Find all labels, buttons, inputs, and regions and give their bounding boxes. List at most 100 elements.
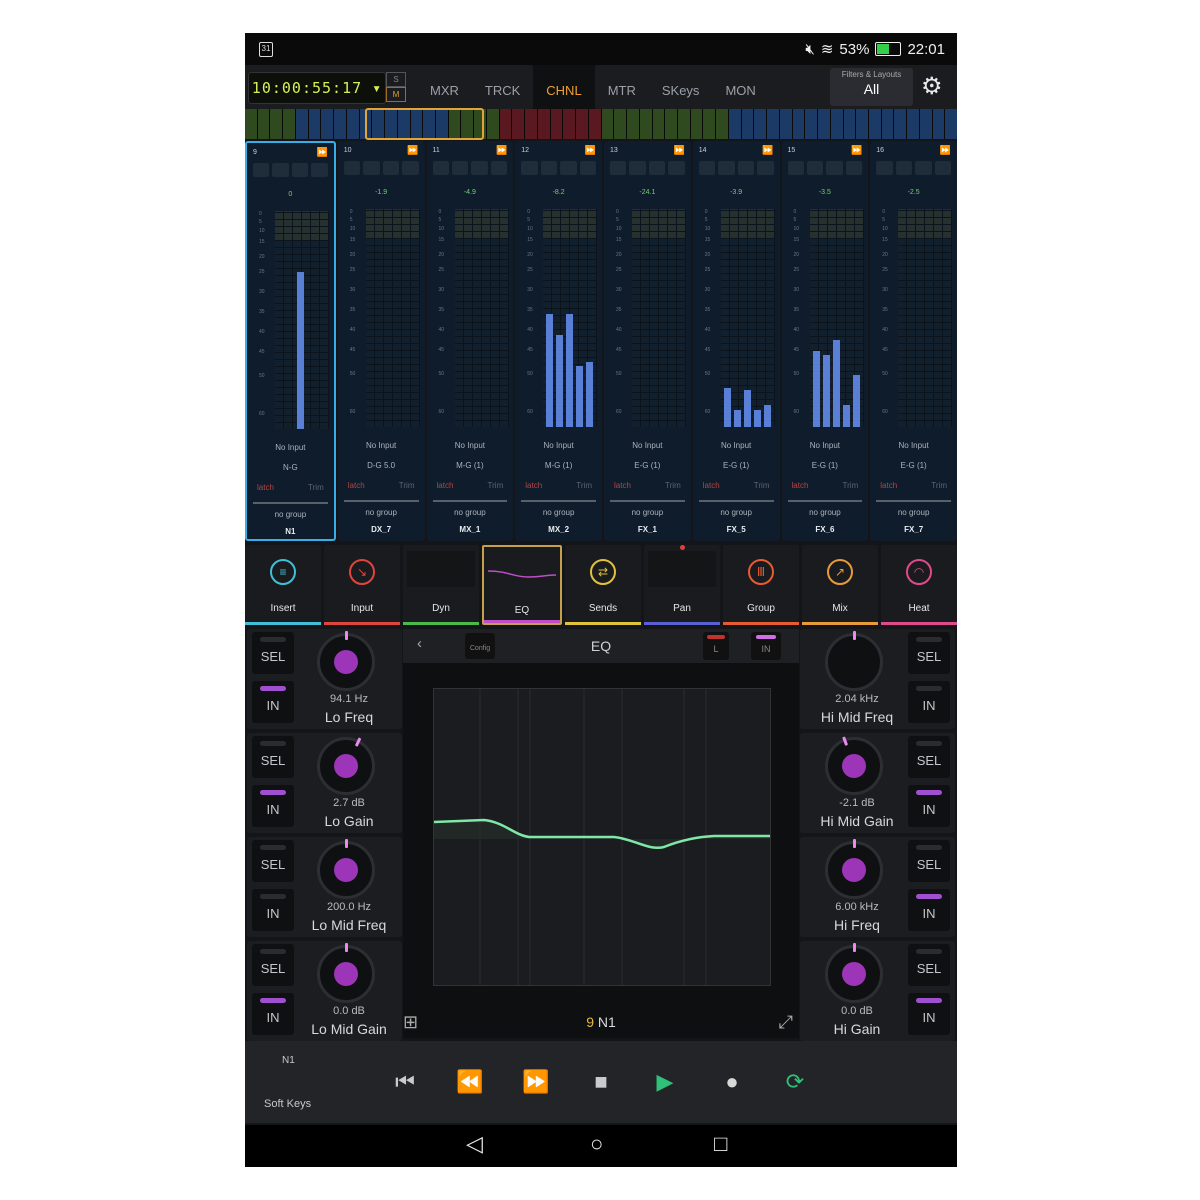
channel-button[interactable] bbox=[490, 161, 508, 175]
in-button[interactable]: IN bbox=[908, 993, 950, 1035]
channel-strip[interactable]: 13 ⏩ -24.1 0 5 10 15 20 25 30 35 40 45 50 60 No Input E-… bbox=[604, 141, 691, 541]
channel-button[interactable] bbox=[826, 161, 843, 175]
overview-cell[interactable] bbox=[677, 109, 690, 139]
channel-button[interactable] bbox=[521, 161, 538, 175]
overview-cell[interactable] bbox=[499, 109, 512, 139]
latch-label[interactable]: latch bbox=[348, 481, 365, 490]
overview-cell[interactable] bbox=[665, 109, 677, 139]
overview-cell[interactable] bbox=[818, 109, 830, 139]
channel-button[interactable] bbox=[311, 163, 328, 177]
eq-knob[interactable] bbox=[825, 736, 883, 795]
channel-button[interactable] bbox=[560, 161, 577, 175]
channel-button[interactable] bbox=[934, 161, 951, 175]
latch-label[interactable]: latch bbox=[437, 481, 454, 490]
overview-cell[interactable] bbox=[716, 109, 728, 139]
sel-button[interactable]: SEL bbox=[908, 736, 950, 778]
overview-cell[interactable] bbox=[537, 109, 550, 139]
tab-mon[interactable]: MON bbox=[712, 65, 768, 109]
channel-fader-line[interactable] bbox=[521, 500, 596, 502]
in-button[interactable]: IN bbox=[908, 785, 950, 827]
function-tab-dyn[interactable]: Dyn bbox=[403, 545, 479, 625]
overview-cell[interactable] bbox=[346, 109, 359, 139]
channel-button[interactable] bbox=[291, 163, 309, 177]
latch-label[interactable]: latch bbox=[703, 481, 720, 490]
fast-forward-icon[interactable]: ⏩ bbox=[496, 145, 507, 156]
function-tab-group[interactable]: Ⅲ Group bbox=[723, 545, 799, 625]
tab-mtr[interactable]: MTR bbox=[595, 65, 649, 109]
sel-button[interactable]: SEL bbox=[908, 632, 950, 674]
overview-cell[interactable] bbox=[843, 109, 856, 139]
channel-button[interactable] bbox=[915, 161, 932, 175]
channel-button[interactable] bbox=[579, 161, 596, 175]
overview-cell[interactable] bbox=[703, 109, 716, 139]
sel-button[interactable]: SEL bbox=[908, 840, 950, 882]
overview-cell[interactable] bbox=[295, 109, 308, 139]
fast-forward-icon[interactable]: ⏩ bbox=[674, 145, 685, 156]
overview-cell[interactable] bbox=[728, 109, 741, 139]
overview-cell[interactable] bbox=[486, 109, 499, 139]
channel-button[interactable] bbox=[648, 161, 666, 175]
channel-fader-line[interactable] bbox=[432, 500, 508, 502]
channel-button[interactable] bbox=[845, 161, 863, 175]
trim-label[interactable]: Trim bbox=[576, 481, 592, 490]
overview-cell[interactable] bbox=[270, 109, 283, 139]
trim-label[interactable]: Trim bbox=[308, 483, 324, 492]
nav-back-icon[interactable]: ◁ bbox=[466, 1131, 483, 1157]
nav-home-icon[interactable]: ○ bbox=[590, 1131, 603, 1157]
nav-recents-icon[interactable]: □ bbox=[714, 1131, 727, 1157]
s-button[interactable]: S bbox=[386, 72, 406, 87]
channel-fader-line[interactable] bbox=[610, 500, 685, 502]
play-icon[interactable]: ▶ bbox=[647, 1064, 683, 1100]
channel-button[interactable] bbox=[757, 161, 774, 175]
eq-knob[interactable] bbox=[317, 737, 375, 795]
fast-forward-icon[interactable]: ⏩ bbox=[518, 1064, 554, 1100]
overview-cell[interactable] bbox=[576, 109, 588, 139]
overview-cell[interactable] bbox=[868, 109, 881, 139]
channel-button[interactable] bbox=[895, 161, 913, 175]
timecode-display[interactable]: 10:00:55:17 ▾ bbox=[248, 72, 386, 104]
channel-fader-line[interactable] bbox=[876, 500, 951, 502]
tab-mxr[interactable]: MXR bbox=[417, 65, 472, 109]
overview-cell[interactable] bbox=[550, 109, 563, 139]
eq-knob[interactable] bbox=[825, 943, 883, 1003]
fast-forward-icon[interactable]: ⏩ bbox=[851, 145, 862, 156]
overview-cell[interactable] bbox=[588, 109, 601, 139]
trim-label[interactable]: Trim bbox=[754, 481, 770, 490]
overview-cell[interactable] bbox=[856, 109, 868, 139]
m-button[interactable]: M bbox=[386, 87, 406, 102]
trim-label[interactable]: Trim bbox=[488, 481, 504, 490]
eq-knob[interactable] bbox=[825, 631, 883, 691]
latch-label[interactable]: latch bbox=[614, 481, 631, 490]
overview-cell[interactable] bbox=[754, 109, 767, 139]
in-button[interactable]: IN bbox=[252, 889, 294, 931]
channel-button[interactable] bbox=[610, 161, 627, 175]
eq-knob[interactable] bbox=[317, 839, 375, 899]
overview-cell[interactable] bbox=[779, 109, 792, 139]
eq-l-button[interactable]: L bbox=[703, 632, 729, 660]
fast-forward-icon[interactable]: ⏩ bbox=[585, 145, 596, 156]
overview-cell[interactable] bbox=[741, 109, 754, 139]
channel-button[interactable] bbox=[253, 163, 270, 177]
overview-cell[interactable] bbox=[257, 109, 270, 139]
filters-layouts-button[interactable]: Filters & Layouts All bbox=[830, 68, 913, 106]
trim-label[interactable]: Trim bbox=[399, 481, 415, 490]
function-tab-insert[interactable]: ≡ Insert bbox=[245, 545, 321, 625]
stop-icon[interactable]: ■ bbox=[583, 1064, 619, 1100]
function-tab-mix[interactable]: ↗ Mix bbox=[802, 545, 878, 625]
eq-knob[interactable] bbox=[317, 631, 375, 691]
channel-button[interactable] bbox=[402, 161, 419, 175]
channel-button[interactable] bbox=[451, 161, 469, 175]
latch-label[interactable]: latch bbox=[880, 481, 897, 490]
tab-chnl[interactable]: CHNL bbox=[533, 65, 595, 109]
overview-cell[interactable] bbox=[283, 109, 295, 139]
trim-label[interactable]: Trim bbox=[843, 481, 859, 490]
overview-cell[interactable] bbox=[805, 109, 818, 139]
fast-forward-icon[interactable]: ⏩ bbox=[317, 147, 328, 158]
in-button[interactable]: IN bbox=[908, 889, 950, 931]
latch-label[interactable]: latch bbox=[525, 481, 542, 490]
trim-label[interactable]: Trim bbox=[665, 481, 681, 490]
overview-cell[interactable] bbox=[639, 109, 652, 139]
eq-knob[interactable] bbox=[825, 839, 883, 899]
channel-overview-strip[interactable] bbox=[245, 109, 957, 139]
channel-strip[interactable]: 14 ⏩ -3.9 0 5 10 15 20 25 30 35 40 45 50 60 No Input E-G… bbox=[692, 141, 780, 541]
